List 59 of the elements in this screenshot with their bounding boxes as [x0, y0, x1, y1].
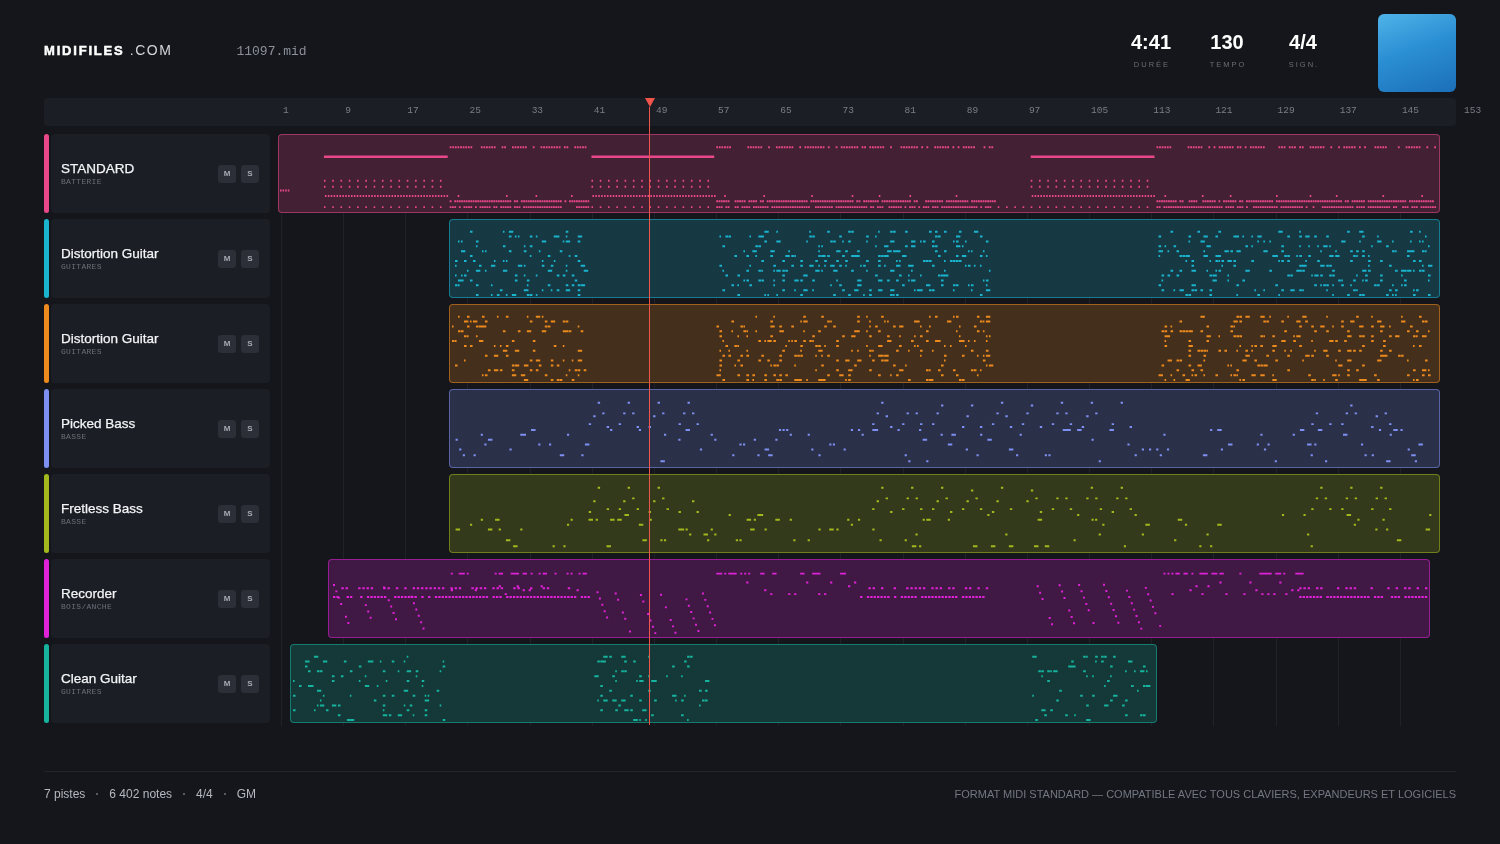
solo-button[interactable]: S — [241, 249, 259, 268]
file-name: 11097.mid — [236, 44, 307, 58]
mute-button[interactable]: M — [218, 249, 236, 268]
mute-button[interactable]: M — [218, 164, 236, 183]
stat-value: 4/4 — [1289, 31, 1317, 52]
solo-button[interactable]: S — [241, 419, 259, 438]
solo-button[interactable]: S — [241, 164, 259, 183]
track-name: Clean Guitar — [61, 670, 138, 686]
bar-number: 25 — [469, 105, 481, 117]
solo-button[interactable]: S — [241, 589, 259, 608]
mute-button[interactable]: M — [218, 334, 236, 353]
solo-button[interactable]: S — [241, 674, 259, 693]
bar-number: 73 — [842, 105, 854, 117]
bar-number: 121 — [1215, 105, 1233, 117]
bar-number: 129 — [1277, 105, 1295, 117]
bar-number: 65 — [780, 105, 792, 117]
mute-button[interactable]: M — [218, 504, 236, 523]
mute-button[interactable]: M — [218, 589, 236, 608]
bar-number: 153 — [1464, 105, 1482, 117]
playhead-handle[interactable] — [644, 98, 655, 107]
bar-number: 97 — [1028, 105, 1041, 117]
bar-number: 17 — [407, 105, 419, 117]
footer-stat: 6 402 notes — [109, 787, 173, 801]
track-category: BASSE — [61, 430, 88, 442]
footer-stat: 4/4 — [196, 787, 213, 801]
track-category: BOIS/ANCHE — [61, 600, 113, 612]
stat-value: 130 — [1210, 31, 1244, 52]
bar-number: 33 — [531, 105, 544, 117]
bar-number: 49 — [655, 105, 668, 117]
solo-button[interactable]: S — [241, 334, 259, 353]
track-name: Distortion Guitar — [61, 245, 160, 261]
track-category: GUITARES — [61, 345, 103, 357]
bar-number: 145 — [1401, 105, 1419, 117]
bar-number: 81 — [904, 105, 916, 117]
bar-number: 9 — [345, 105, 351, 117]
mute-button[interactable]: M — [218, 419, 236, 438]
site-logo[interactable]: MIDIFILES .COM — [44, 43, 173, 57]
bar-number: 105 — [1091, 105, 1109, 117]
bar-number: 113 — [1153, 105, 1171, 117]
track-category: BASSE — [61, 515, 88, 527]
bar-number: 137 — [1339, 105, 1357, 117]
track-name: STANDARD — [61, 160, 136, 176]
bar-number: 89 — [966, 105, 979, 117]
solo-button[interactable]: S — [241, 504, 259, 523]
bar-number: 1 — [283, 105, 289, 117]
footer-stat: GM — [236, 787, 257, 801]
bar-number: 57 — [718, 105, 730, 117]
footer-stat: 7 pistes — [44, 787, 86, 801]
track-name: Picked Bass — [61, 415, 137, 431]
track-name: Recorder — [61, 585, 118, 601]
format-note: FORMAT MIDI STANDARD — COMPATIBLE AVEC TOUS CLAVIERS, EXPANDEURS ET LOGICIELS — [954, 787, 1456, 801]
bar-number: 41 — [593, 105, 606, 117]
track-category: GUITARES — [61, 685, 103, 697]
track-name: Fretless Bass — [61, 500, 144, 516]
track-category: GUITARES — [61, 260, 103, 272]
track-name: Distortion Guitar — [61, 330, 160, 346]
stat-value: 4:41 — [1131, 31, 1171, 52]
track-category: BATTERIE — [61, 175, 103, 187]
mute-button[interactable]: M — [218, 674, 236, 693]
